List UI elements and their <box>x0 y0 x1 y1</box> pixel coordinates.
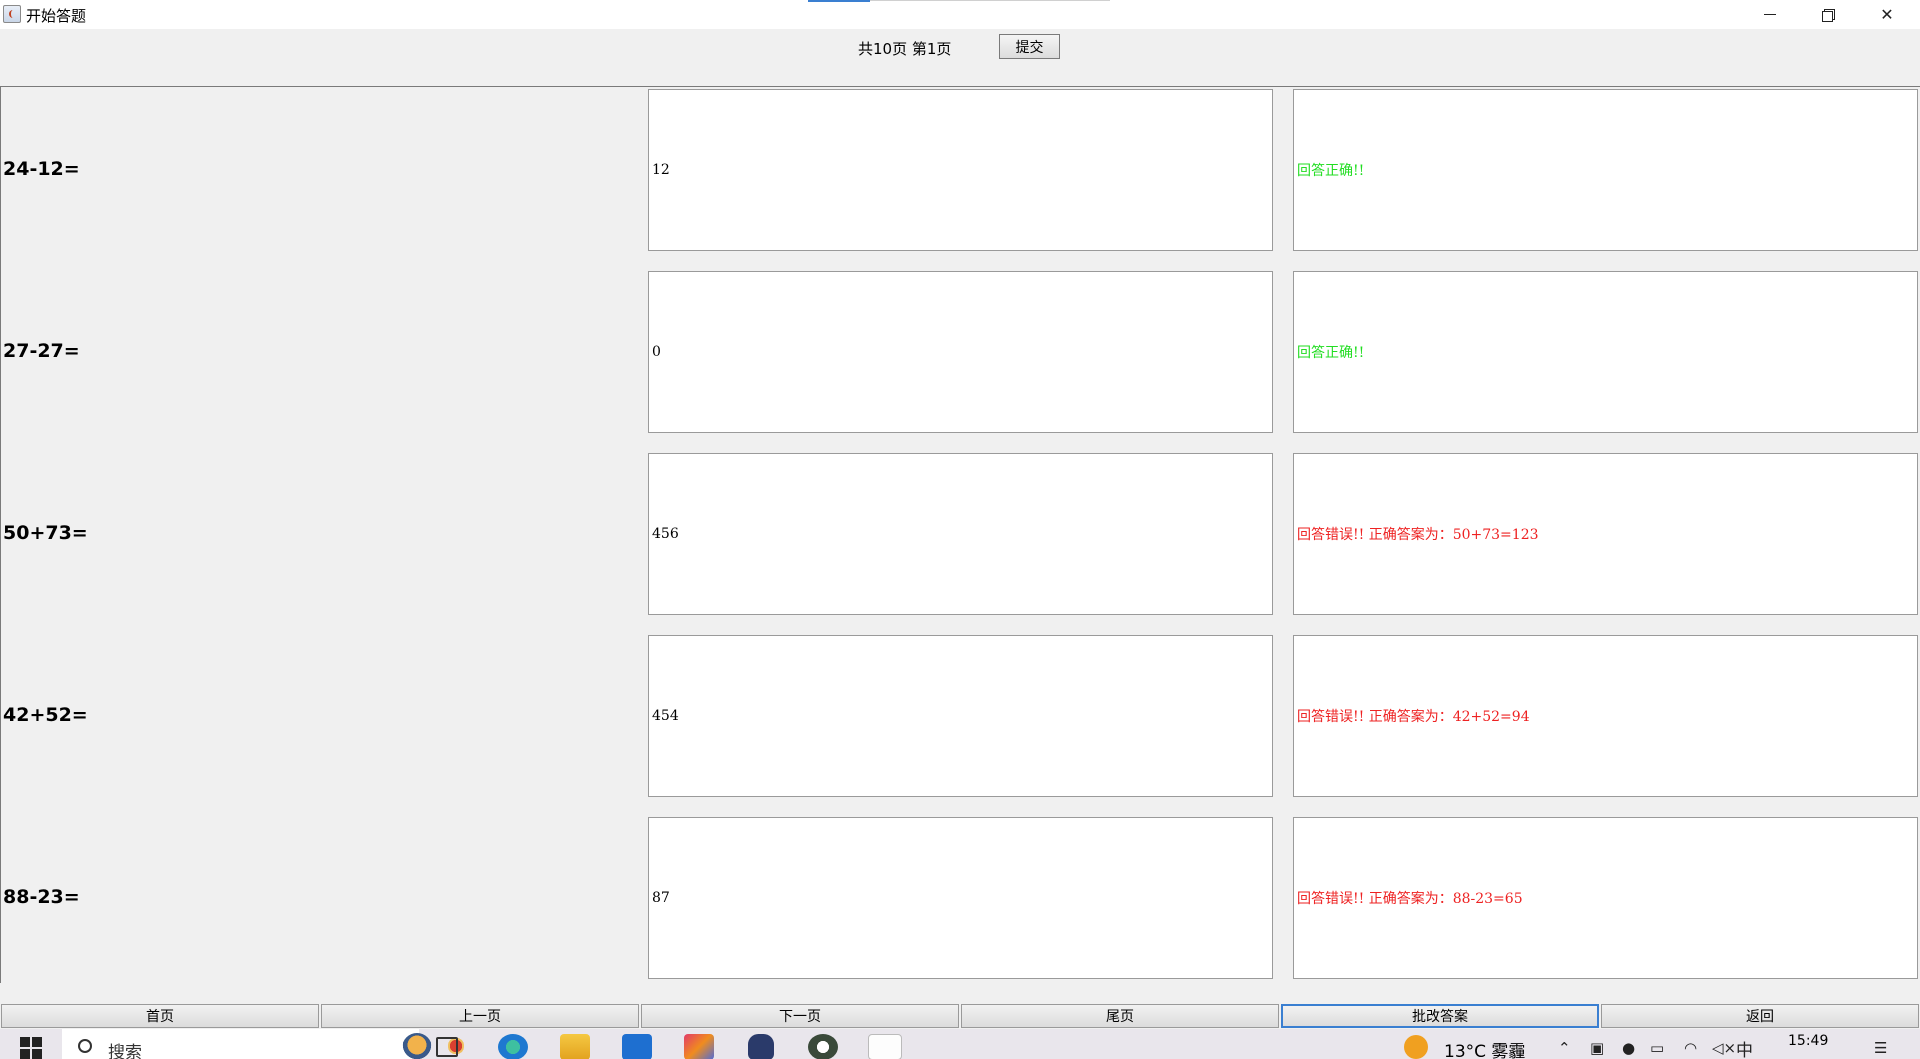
task-view-icon[interactable] <box>436 1037 458 1057</box>
notification-icon[interactable]: ☰ <box>1874 1039 1887 1057</box>
restore-button[interactable] <box>1799 0 1857 29</box>
back-button[interactable]: 返回 <box>1601 1004 1919 1028</box>
minimize-icon <box>1764 14 1776 15</box>
prev-page-button[interactable]: 上一页 <box>321 1004 639 1028</box>
java-app-icon <box>3 5 21 23</box>
answer-field[interactable]: 0 <box>648 271 1273 433</box>
cat-app-icon[interactable] <box>748 1034 774 1059</box>
edge-browser-icon[interactable] <box>498 1034 528 1059</box>
weather-icon <box>1404 1035 1428 1059</box>
wifi-icon[interactable]: ◠ <box>1684 1039 1697 1057</box>
tray-chevron-up-icon[interactable]: ⌃ <box>1558 1039 1571 1057</box>
weather-label[interactable]: 13°C 雾霾 <box>1444 1037 1525 1059</box>
window-title: 开始答题 <box>26 7 87 25</box>
qq-icon[interactable]: ● <box>1622 1039 1635 1057</box>
search-highlight-icon <box>402 1033 432 1059</box>
game-app-icon[interactable] <box>808 1034 838 1059</box>
restore-icon <box>1822 8 1835 22</box>
taskbar-search-label: 搜索 <box>108 1043 142 1059</box>
result-field[interactable]: 回答正确!! <box>1293 89 1918 251</box>
volume-muted-icon[interactable]: ◁× <box>1712 1039 1736 1057</box>
question-expression: 24-12= <box>3 158 80 180</box>
question-list: 24-12= 12 回答正确!! 27-27= 0 回答正确!! 50+73= … <box>0 87 1920 983</box>
result-field[interactable]: 回答正确!! <box>1293 271 1918 433</box>
windows-start-icon[interactable] <box>20 1037 42 1059</box>
question-expression: 42+52= <box>3 704 88 726</box>
answer-field[interactable]: 87 <box>648 817 1273 979</box>
mail-icon[interactable] <box>622 1034 652 1059</box>
first-page-button[interactable]: 首页 <box>1 1004 319 1028</box>
os-taskbar: 搜索 13°C 雾霾 ⌃ ▣ ● ▭ ◠ ◁× 中 15:49 ☰ <box>0 1029 1920 1059</box>
result-field[interactable]: 回答错误!! 正确答案为：42+52=94 <box>1293 635 1918 797</box>
answer-field[interactable]: 456 <box>648 453 1273 615</box>
close-icon: ✕ <box>1880 6 1894 24</box>
battery-icon[interactable]: ▭ <box>1650 1039 1664 1057</box>
result-field[interactable]: 回答错误!! 正确答案为：88-23=65 <box>1293 817 1918 979</box>
close-button[interactable]: ✕ <box>1858 0 1916 29</box>
java-app-taskbar-icon[interactable] <box>868 1034 902 1059</box>
question-expression: 88-23= <box>3 886 80 908</box>
ime-indicator[interactable]: 中 <box>1736 1036 1753 1059</box>
submit-button[interactable]: 提交 <box>999 34 1060 59</box>
last-page-button[interactable]: 尾页 <box>961 1004 1279 1028</box>
title-divider-line <box>870 0 1110 1</box>
result-field[interactable]: 回答错误!! 正确答案为：50+73=123 <box>1293 453 1918 615</box>
question-row: 27-27= 0 回答正确!! <box>1 269 1920 433</box>
question-expression: 50+73= <box>3 522 88 544</box>
question-expression: 27-27= <box>3 340 80 362</box>
file-explorer-icon[interactable] <box>560 1034 590 1059</box>
title-accent-line <box>808 0 870 2</box>
minimize-button[interactable] <box>1741 0 1799 29</box>
answer-field[interactable]: 454 <box>648 635 1273 797</box>
next-page-button[interactable]: 下一页 <box>641 1004 959 1028</box>
question-row: 88-23= 87 回答错误!! 正确答案为：88-23=65 <box>1 815 1920 979</box>
pagination-bar: 首页 上一页 下一页 尾页 批改答案 返回 <box>0 1004 1920 1029</box>
taskbar-search-box[interactable]: 搜索 <box>62 1029 464 1059</box>
question-row: 50+73= 456 回答错误!! 正确答案为：50+73=123 <box>1 451 1920 615</box>
taskbar-clock[interactable]: 15:49 <box>1788 1033 1828 1049</box>
page-info-label: 共10页 第1页 <box>858 40 952 58</box>
question-row: 42+52= 454 回答错误!! 正确答案为：42+52=94 <box>1 633 1920 797</box>
question-row: 24-12= 12 回答正确!! <box>1 87 1920 251</box>
intellij-idea-icon[interactable] <box>684 1034 714 1059</box>
page-header: 共10页 第1页 提交 <box>0 29 1920 87</box>
search-icon <box>78 1039 92 1053</box>
tray-app-icon[interactable]: ▣ <box>1590 1039 1604 1057</box>
window-titlebar: 开始答题 ✕ <box>0 0 1920 29</box>
grade-answers-button[interactable]: 批改答案 <box>1281 1004 1599 1028</box>
answer-field[interactable]: 12 <box>648 89 1273 251</box>
